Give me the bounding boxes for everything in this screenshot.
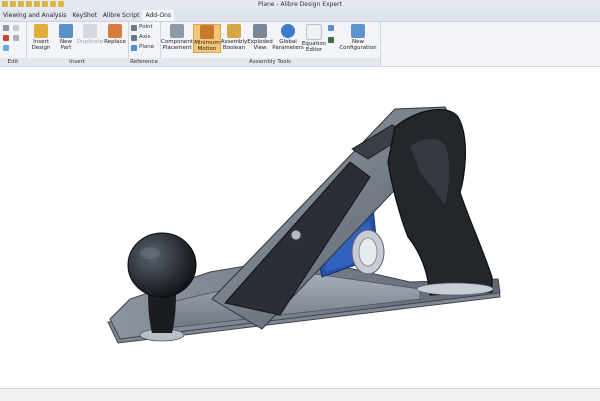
equation-editor-icon (306, 24, 322, 40)
3d-viewport[interactable] (0, 67, 600, 385)
ribbon-group-label: Insert (26, 58, 128, 66)
axis-icon (131, 34, 137, 41)
assembly-boolean-button[interactable]: Assembly Boolean (221, 24, 247, 51)
render-button[interactable] (328, 37, 336, 43)
render-icon (328, 37, 334, 43)
duplicate-button[interactable]: Duplicate (77, 24, 103, 45)
title-bar: Plane - Alibre Design Expert (0, 0, 600, 10)
cut-button[interactable] (3, 25, 11, 31)
ribbon-group-insert: Insert Design New Part Duplicate Replace… (26, 22, 129, 66)
menu-add-ons[interactable]: Add-Ons (142, 10, 175, 21)
new-part-icon (59, 24, 73, 38)
design-explorer-button[interactable] (328, 25, 336, 31)
copy-button[interactable] (13, 25, 21, 31)
plane-icon (131, 44, 137, 51)
paste-icon (13, 35, 19, 41)
axis-button[interactable]: Axis (131, 34, 150, 41)
paste-button[interactable] (13, 35, 21, 41)
new-configuration-icon (351, 24, 365, 38)
component-placement-button[interactable]: Component Placement (161, 24, 193, 51)
assembly-boolean-icon (227, 24, 241, 38)
ribbon-group-label: Assembly Tools (160, 58, 380, 66)
copy-icon (13, 25, 19, 31)
ribbon-group-edit: Edit (0, 22, 27, 66)
duplicate-icon (83, 24, 97, 38)
plane-button[interactable]: Plane (131, 44, 154, 51)
ribbon: Edit Insert Design New Part Duplicate Re… (0, 22, 600, 67)
ribbon-group-label: Reference (128, 58, 160, 66)
global-parameters-button[interactable]: Global Parameters (272, 24, 304, 51)
insert-design-icon (34, 24, 48, 38)
menu-keyshot[interactable]: KeyShot (69, 10, 100, 21)
point-icon (131, 24, 137, 31)
minimum-motion-button[interactable]: Minimum Motion (193, 24, 221, 53)
component-placement-icon (170, 24, 184, 38)
exploded-view-button[interactable]: Exploded View (247, 24, 273, 51)
point-button[interactable]: Point (131, 24, 153, 31)
window-title: Plane - Alibre Design Expert (258, 1, 342, 8)
plane-model-render (107, 106, 501, 344)
exploded-view-icon (253, 24, 267, 38)
insert-design-button[interactable]: Insert Design (29, 24, 53, 51)
status-bar (0, 388, 600, 401)
cut-icon (3, 25, 9, 31)
ribbon-group-label: Edit (0, 58, 26, 66)
design-explorer-icon (328, 25, 334, 31)
equation-editor-button[interactable]: Equation Editor (302, 24, 326, 53)
select-button[interactable] (3, 45, 11, 51)
delete-button[interactable] (3, 35, 11, 41)
replace-button[interactable]: Replace (103, 24, 127, 45)
menu-viewing-and-analysis[interactable]: Viewing and Analysis (0, 10, 69, 21)
menu-bar: Viewing and Analysis KeyShot Alibre Scri… (0, 10, 600, 22)
ribbon-group-assembly-tools: Component Placement Minimum Motion Assem… (160, 22, 381, 66)
new-configuration-button[interactable]: New Configuration (339, 24, 377, 51)
new-part-button[interactable]: New Part (56, 24, 76, 51)
ribbon-group-reference: Point Axis Plane Reference (128, 22, 161, 66)
select-icon (3, 45, 9, 51)
menu-alibre-script[interactable]: Alibre Script (100, 10, 143, 21)
minimum-motion-icon (200, 25, 214, 39)
replace-icon (108, 24, 122, 38)
delete-icon (3, 35, 9, 41)
global-parameters-icon (281, 24, 295, 38)
